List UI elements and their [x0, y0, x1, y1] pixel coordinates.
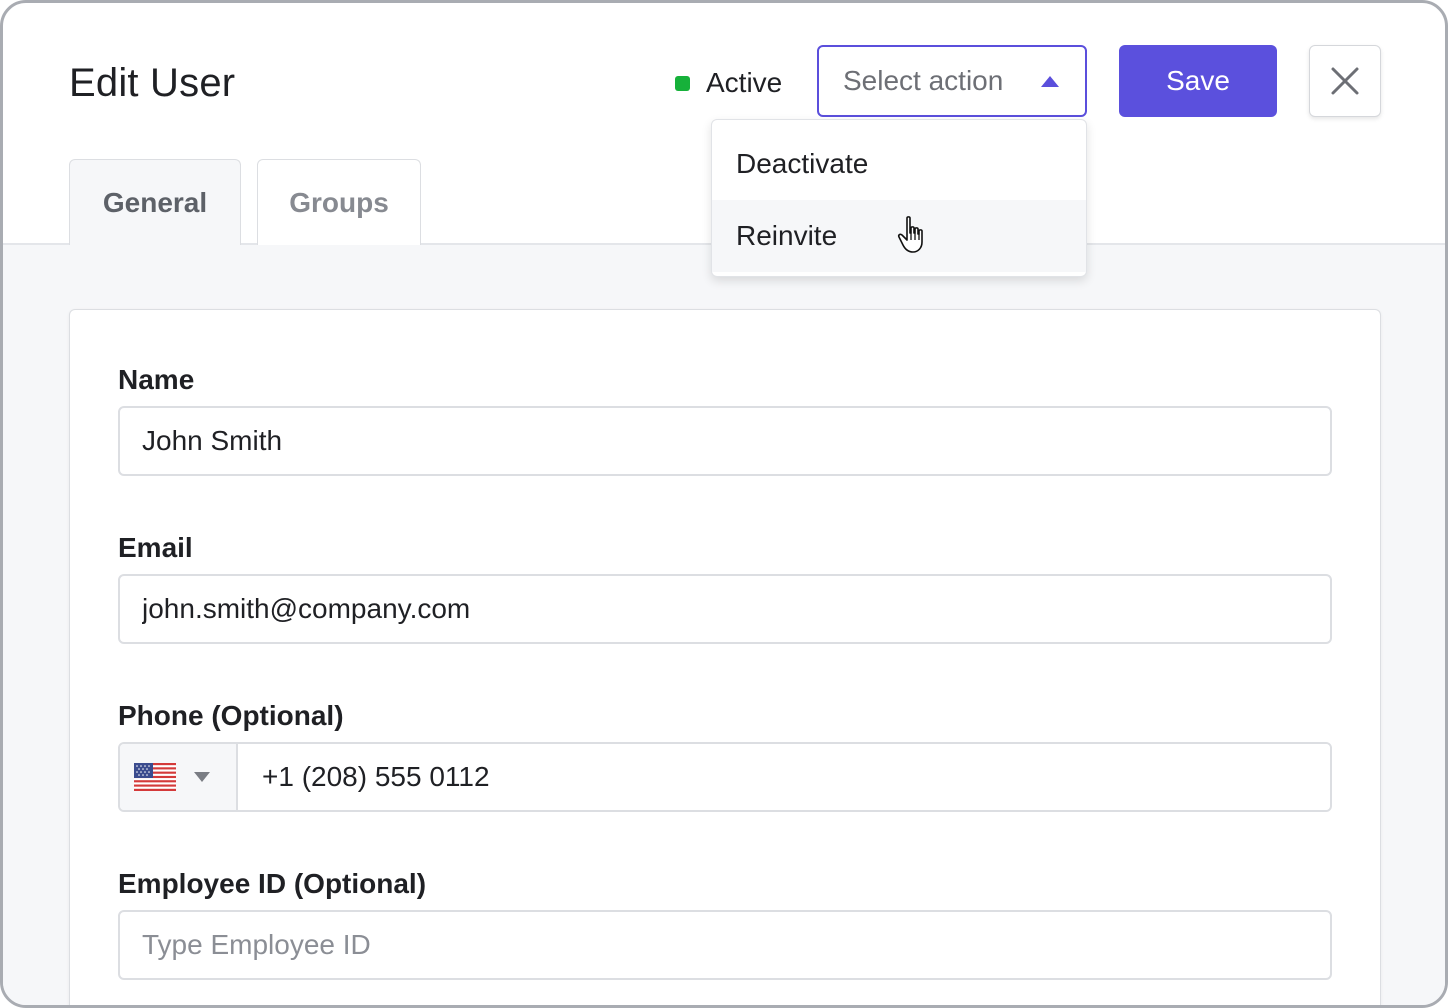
- status-dot-icon: [675, 75, 690, 91]
- us-flag-icon: [134, 763, 176, 791]
- caret-down-icon: [194, 772, 210, 782]
- name-field[interactable]: [118, 406, 1332, 476]
- hand-pointer-icon: [897, 216, 923, 253]
- phone-label: Phone (Optional): [118, 700, 344, 731]
- status-indicator: Active: [675, 67, 782, 99]
- tab-groups[interactable]: Groups: [257, 159, 421, 245]
- employee-id-field[interactable]: [118, 910, 1332, 980]
- country-code-select[interactable]: [120, 744, 238, 810]
- close-icon: [1331, 67, 1359, 95]
- close-button[interactable]: [1309, 45, 1381, 117]
- select-action-dropdown[interactable]: Select action: [817, 45, 1087, 117]
- page-title: Edit User: [69, 61, 236, 105]
- select-action-placeholder: Select action: [843, 65, 1004, 96]
- name-label: Name: [118, 364, 195, 395]
- employee-id-label: Employee ID (Optional): [118, 868, 427, 899]
- email-field[interactable]: [118, 574, 1332, 644]
- tab-general[interactable]: General: [69, 159, 241, 245]
- email-label: Email: [118, 532, 193, 563]
- user-form-card: Name Email Phone (Optional): [69, 309, 1381, 1005]
- phone-field[interactable]: [238, 744, 1330, 810]
- phone-field-group: [118, 742, 1332, 812]
- save-button[interactable]: Save: [1119, 45, 1277, 117]
- edit-user-window: Edit User Active Select action Save Deac…: [0, 0, 1448, 1008]
- status-label: Active: [706, 67, 783, 98]
- caret-up-icon: [1041, 76, 1059, 87]
- menu-item-deactivate[interactable]: Deactivate: [712, 128, 1086, 200]
